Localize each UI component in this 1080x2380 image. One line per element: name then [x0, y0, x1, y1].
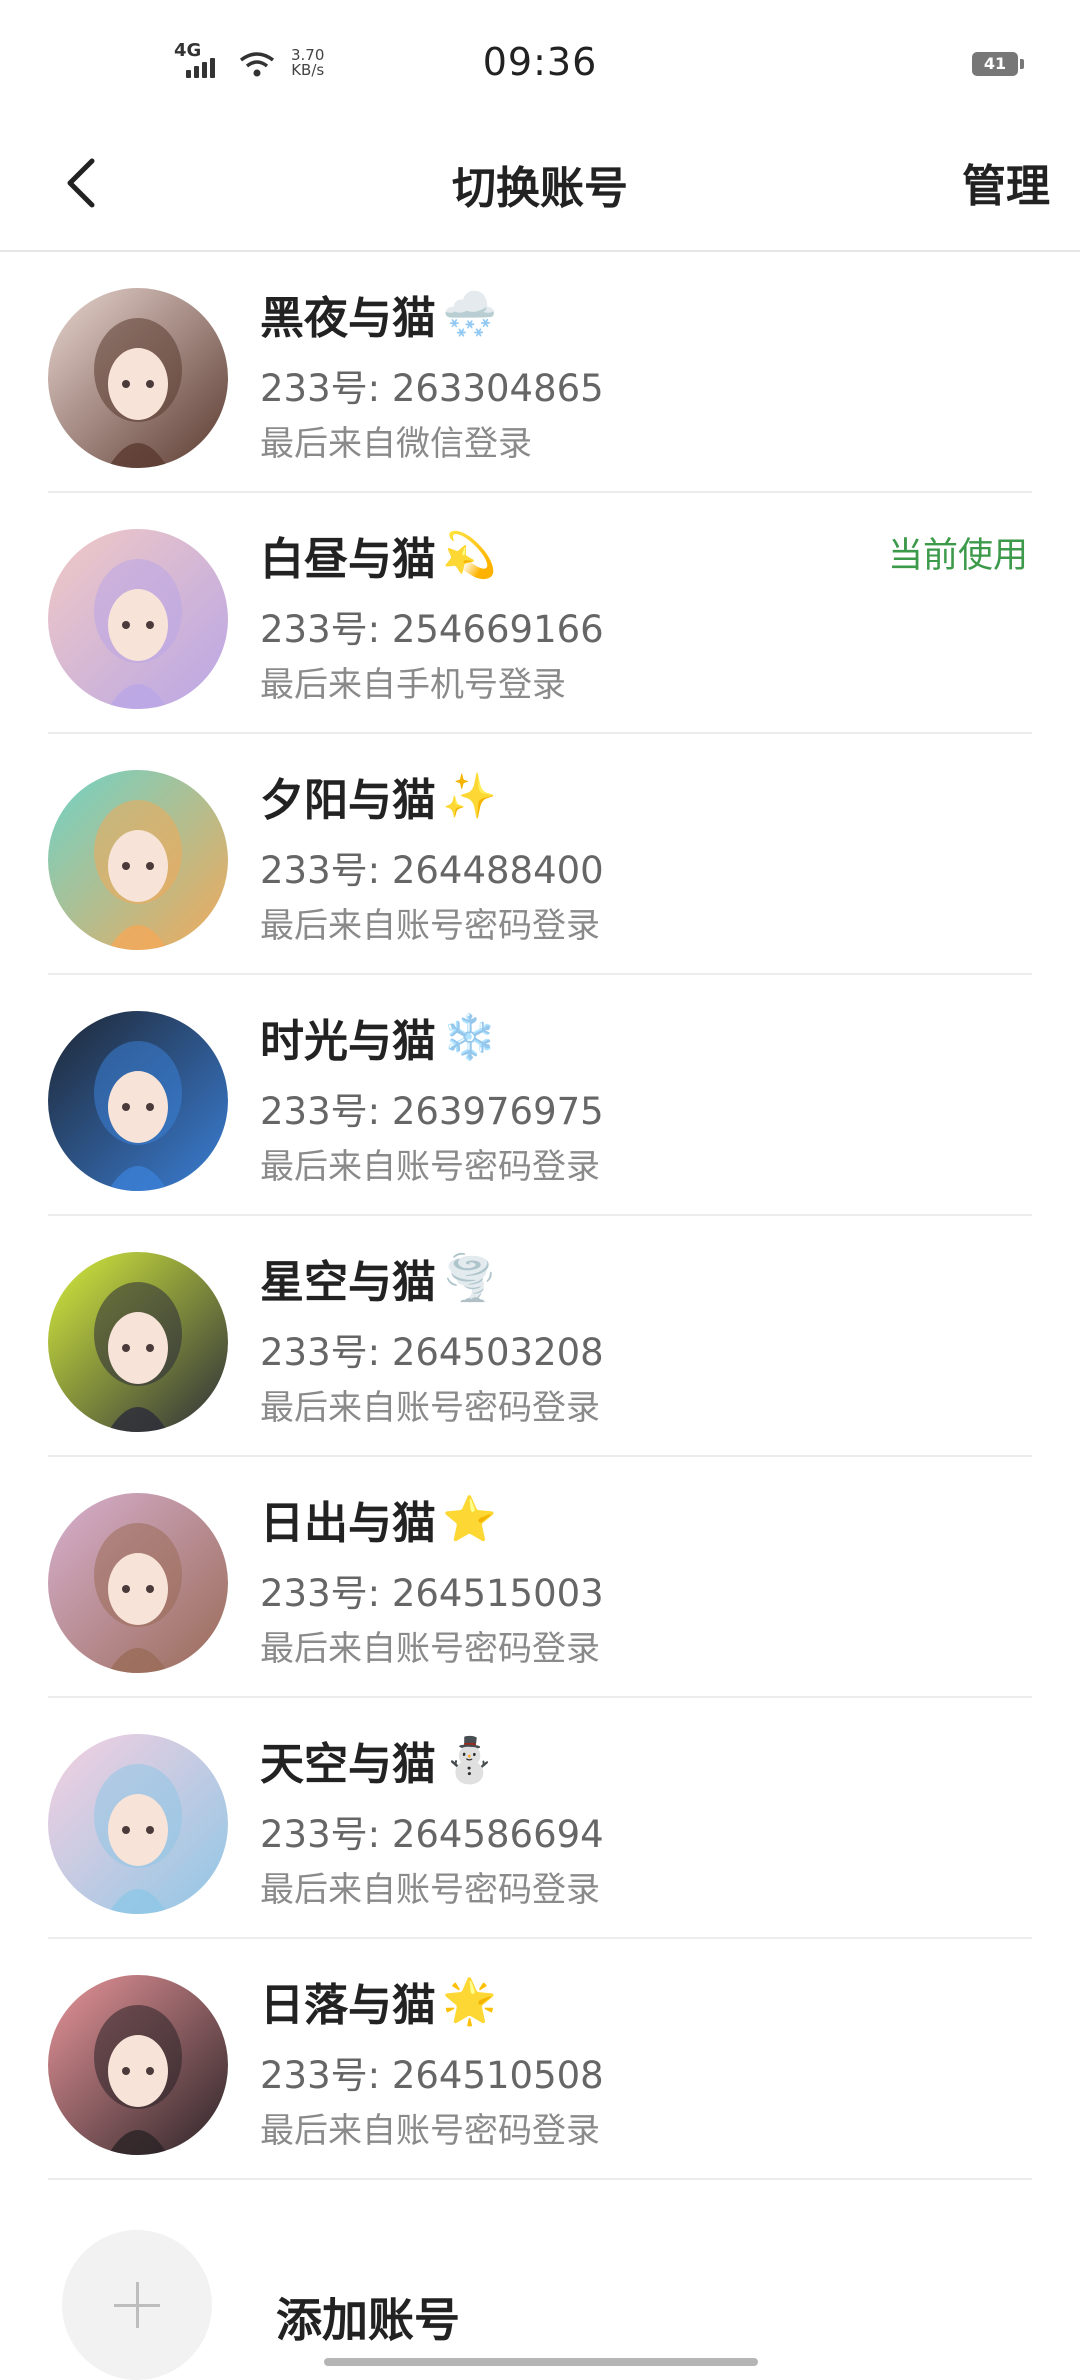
manage-button[interactable]: 管理	[962, 150, 1050, 214]
last-login-method: 最后来自账号密码登录	[260, 1870, 600, 1910]
account-id: 233号: 263304865	[260, 367, 604, 410]
account-name: 白昼与猫	[260, 534, 436, 585]
account-name-row: 日出与猫 ⭐	[260, 1487, 497, 1551]
last-login-method: 最后来自微信登录	[260, 424, 532, 464]
account-id: 233号: 264510508	[260, 2054, 604, 2097]
account-id: 233号: 264503208	[260, 1331, 604, 1374]
account-id: 233号: 264515003	[260, 1572, 604, 1615]
account-name-row: 星空与猫 🌪️	[260, 1246, 497, 1310]
account-id: 233号: 264488400	[260, 849, 604, 892]
last-login-method: 最后来自手机号登录	[260, 665, 566, 705]
add-account-row[interactable]: 添加账号	[0, 2190, 1080, 2380]
account-name-row: 夕阳与猫 ✨	[260, 764, 497, 828]
name-emoji-icon: 🌟	[442, 1976, 497, 2027]
avatar	[48, 529, 228, 709]
avatar-image	[48, 529, 228, 709]
name-emoji-icon: ❄️	[442, 1012, 497, 1063]
name-emoji-icon: ⭐	[442, 1494, 497, 1545]
divider	[48, 2178, 1032, 2180]
home-indicator[interactable]	[324, 2358, 758, 2366]
add-account-label: 添加账号	[276, 2293, 460, 2347]
add-icon[interactable]	[62, 2230, 212, 2380]
account-name: 日出与猫	[260, 1498, 436, 1549]
avatar	[48, 770, 228, 950]
avatar-image	[48, 1493, 228, 1673]
account-id: 233号: 263976975	[260, 1090, 604, 1133]
page-title: 切换账号	[452, 163, 628, 214]
name-emoji-icon: ⛄	[442, 1735, 497, 1786]
account-name-row: 黑夜与猫 🌨️	[260, 282, 497, 346]
account-name-row: 白昼与猫 💫	[260, 523, 497, 587]
account-item[interactable]: 日出与猫 ⭐ 233号: 264515003 最后来自账号密码登录	[0, 1457, 1080, 1698]
account-item[interactable]: 夕阳与猫 ✨ 233号: 264488400 最后来自账号密码登录	[0, 734, 1080, 975]
account-item[interactable]: 时光与猫 ❄️ 233号: 263976975 最后来自账号密码登录	[0, 975, 1080, 1216]
last-login-method: 最后来自账号密码登录	[260, 2111, 600, 2151]
app-header: 切换账号 管理	[0, 120, 1080, 252]
status-bar: 4G 3.70 KB/s 09:36 41	[0, 0, 1080, 120]
avatar-image	[48, 288, 228, 468]
avatar	[48, 1734, 228, 1914]
account-item[interactable]: 星空与猫 🌪️ 233号: 264503208 最后来自账号密码登录	[0, 1216, 1080, 1457]
name-emoji-icon: ✨	[442, 771, 497, 822]
account-name-row: 天空与猫 ⛄	[260, 1728, 497, 1792]
avatar	[48, 1011, 228, 1191]
avatar	[48, 288, 228, 468]
name-emoji-icon: 💫	[442, 530, 497, 581]
account-item[interactable]: 天空与猫 ⛄ 233号: 264586694 最后来自账号密码登录	[0, 1698, 1080, 1939]
account-name-row: 时光与猫 ❄️	[260, 1005, 497, 1069]
last-login-method: 最后来自账号密码登录	[260, 1388, 600, 1428]
avatar-image	[48, 1734, 228, 1914]
current-account-badge: 当前使用	[887, 536, 1028, 576]
name-emoji-icon: 🌪️	[442, 1253, 497, 1304]
avatar-image	[48, 770, 228, 950]
avatar-image	[48, 1011, 228, 1191]
account-id: 233号: 264586694	[260, 1813, 604, 1856]
avatar	[48, 1493, 228, 1673]
account-id: 233号: 254669166	[260, 608, 604, 651]
last-login-method: 最后来自账号密码登录	[260, 1147, 600, 1187]
avatar	[48, 1975, 228, 2155]
avatar-image	[48, 1252, 228, 1432]
account-name: 时光与猫	[260, 1016, 436, 1067]
account-name: 黑夜与猫	[260, 293, 436, 344]
name-emoji-icon: 🌨️	[442, 289, 497, 340]
account-name-row: 日落与猫 🌟	[260, 1969, 497, 2033]
battery-icon: 41	[972, 52, 1024, 76]
account-name: 日落与猫	[260, 1980, 436, 2031]
avatar	[48, 1252, 228, 1432]
account-item[interactable]: 黑夜与猫 🌨️ 233号: 263304865 最后来自微信登录	[0, 252, 1080, 493]
account-item[interactable]: 白昼与猫 💫 233号: 254669166 最后来自手机号登录 当前使用	[0, 493, 1080, 734]
account-item[interactable]: 日落与猫 🌟 233号: 264510508 最后来自账号密码登录	[0, 1939, 1080, 2180]
avatar-image	[48, 1975, 228, 2155]
last-login-method: 最后来自账号密码登录	[260, 1629, 600, 1669]
account-list: 黑夜与猫 🌨️ 233号: 263304865 最后来自微信登录 白昼与猫 💫 …	[0, 252, 1080, 2180]
account-name: 天空与猫	[260, 1739, 436, 1790]
account-name: 星空与猫	[260, 1257, 436, 1308]
last-login-method: 最后来自账号密码登录	[260, 906, 600, 946]
clock: 09:36	[482, 40, 598, 84]
account-name: 夕阳与猫	[260, 775, 436, 826]
